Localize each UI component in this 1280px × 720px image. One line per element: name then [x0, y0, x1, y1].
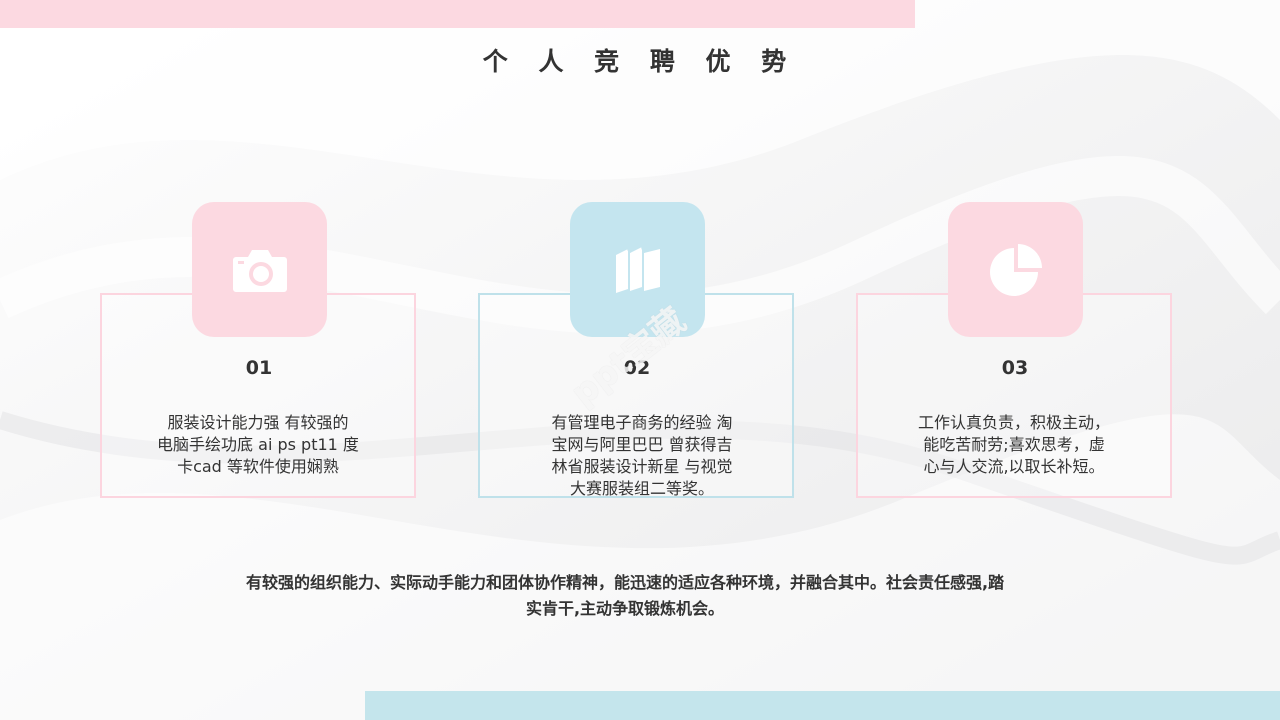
desc-line: 工作认真负责，积极主动， — [917, 413, 1110, 432]
card-description-2: 有管理电子商务的经验 淘 宝网与阿里巴巴 曾获得吉 林省服装设计新星 与视觉 大… — [517, 412, 767, 500]
card-description-1: 服装设计能力强 有较强的 电脑手绘功底 ai ps pt11 度 卡cad 等软… — [133, 412, 383, 478]
icon-tile-1 — [192, 202, 327, 337]
camera-icon — [232, 249, 287, 292]
desc-line: 宝网与阿里巴巴 曾获得吉 — [551, 435, 733, 454]
desc-line: 服装设计能力强 有较强的 — [167, 413, 349, 432]
page-title: 个 人 竞 聘 优 势 — [482, 47, 798, 76]
summary-line: 实肯干,主动争取锻炼机会。 — [525, 599, 725, 618]
summary-line: 有较强的组织能力、实际动手能力和团体协作精神，能迅速的适应各种环境，并融合其中。… — [245, 573, 1005, 592]
card-number-3: 03 — [1001, 357, 1029, 379]
bottom-accent-bar — [365, 691, 1280, 720]
top-accent-bar — [0, 0, 915, 28]
card-description-3: 工作认真负责，积极主动， 能吃苦耐劳;喜欢思考，虚 心与人交流,以取长补短。 — [889, 412, 1139, 478]
desc-line: 电脑手绘功底 ai ps pt11 度 — [157, 435, 359, 454]
summary-text: 有较强的组织能力、实际动手能力和团体协作精神，能迅速的适应各种环境，并融合其中。… — [190, 570, 1060, 622]
desc-line: 林省服装设计新星 与视觉 — [551, 457, 733, 476]
desc-line: 能吃苦耐劳;喜欢思考，虚 — [923, 435, 1105, 454]
card-number-1: 01 — [245, 357, 273, 379]
icon-tile-3 — [948, 202, 1083, 337]
desc-line: 大赛服装组二等奖。 — [569, 479, 714, 498]
books-icon — [615, 246, 660, 293]
pie-chart-icon — [989, 243, 1042, 296]
desc-line: 卡cad 等软件使用娴熟 — [177, 457, 339, 476]
desc-line: 心与人交流,以取长补短。 — [923, 457, 1105, 476]
desc-line: 有管理电子商务的经验 淘 — [551, 413, 733, 432]
